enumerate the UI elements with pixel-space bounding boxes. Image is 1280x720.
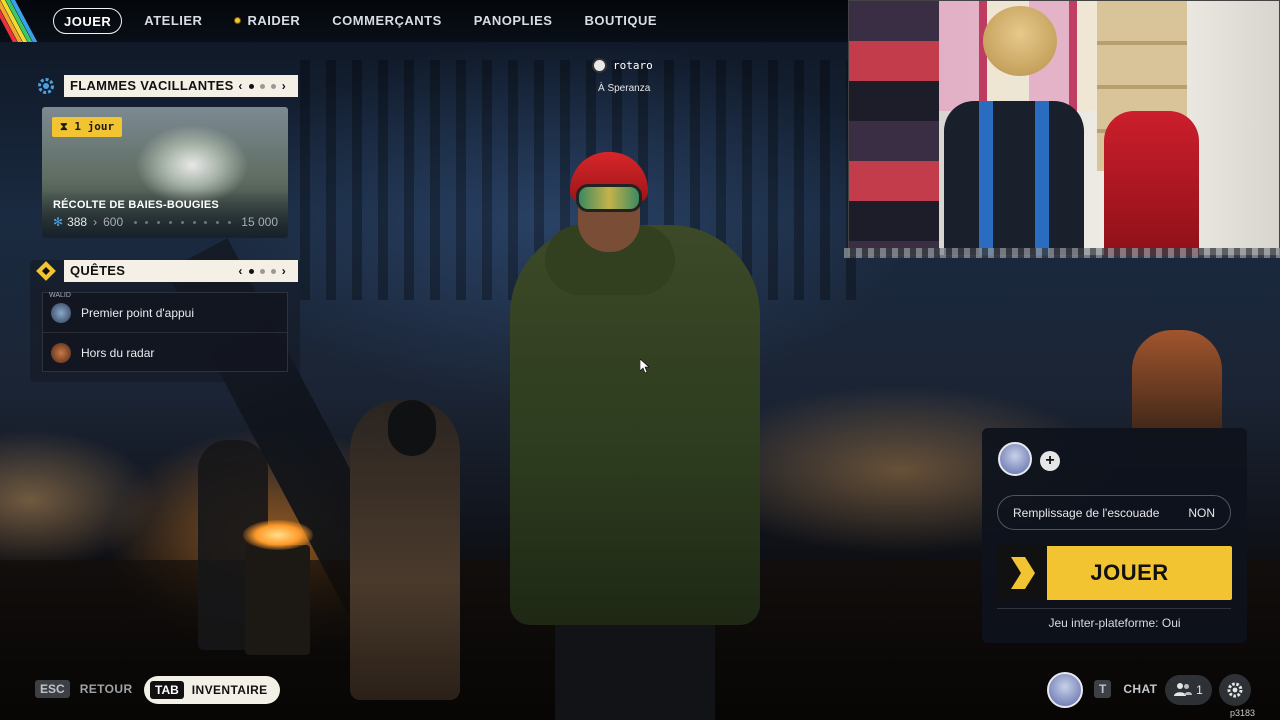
player-location: À Speranza [598, 83, 651, 94]
webcam-posters-left [849, 1, 939, 255]
chevron-right-icon[interactable]: › [282, 260, 286, 282]
quests-title-bar: QUÊTES ‹ › [64, 260, 298, 282]
event-current-value: 388 [67, 215, 88, 229]
raider-dot-icon [234, 17, 242, 24]
profile-avatar[interactable] [1047, 672, 1083, 708]
event-pager: ‹ › [238, 75, 292, 97]
key-hint-tab: TAB [150, 681, 184, 699]
nav-tab-atelier[interactable]: ATELIER [128, 8, 218, 34]
event-timer-badge: ⧗ 1 jour [52, 117, 123, 137]
pager-dot [248, 83, 254, 89]
squad-fill-toggle[interactable]: Remplissage de l'escouade NON [997, 495, 1231, 530]
quests-header: QUÊTES ‹ › [34, 259, 298, 283]
nav-tab-jouer[interactable]: JOUER [53, 8, 123, 34]
nav-tab-panoplies[interactable]: PANOPLIES [458, 8, 569, 34]
event-title-bar: FLAMMES VACILLANTES ‹ › [64, 75, 298, 97]
squad-avatar[interactable] [998, 442, 1032, 476]
quest-giver-avatar [51, 343, 71, 363]
play-panel: + Remplissage de l'escouade NON JOUER Je… [982, 428, 1247, 643]
quest-giver-avatar [51, 302, 71, 323]
friends-button[interactable]: 1 [1165, 675, 1212, 705]
player-crest-icon [592, 58, 607, 73]
player-tag: rotaro À Speranza [592, 58, 653, 94]
event-header: FLAMMES VACILLANTES ‹ › [34, 74, 298, 98]
nav-tab-commercants[interactable]: COMMERÇANTS [316, 8, 458, 34]
inventory-label: INVENTAIRE [191, 683, 268, 697]
event-progress: ✻ 388 › 600 15 000 [53, 215, 278, 229]
event-timer-label: 1 jour [74, 120, 115, 133]
webcam-red-jacket [1104, 111, 1199, 255]
squad-fill-value: NON [1188, 505, 1215, 520]
back-button[interactable]: ESC RETOUR [35, 680, 133, 698]
webcam-gaming-chair [944, 101, 1084, 255]
play-button[interactable]: JOUER [997, 546, 1232, 600]
webcam-straw-hat [983, 6, 1057, 76]
top-nav-bar: JOUER ATELIER RAIDER COMMERÇANTS PANOPLI… [0, 0, 848, 42]
settings-gear-icon[interactable] [1219, 674, 1251, 706]
gear-icon: ✻ [53, 215, 64, 229]
nav-tab-boutique[interactable]: BOUTIQUE [568, 8, 673, 34]
event-progress-track [129, 220, 235, 224]
chevron-right-icon[interactable]: › [282, 75, 286, 97]
key-hint-esc: ESC [35, 680, 70, 698]
friends-count: 1 [1196, 683, 1203, 697]
pager-dot [259, 268, 265, 274]
chevron-right-icon: › [93, 215, 98, 229]
scene-fire [243, 520, 313, 550]
plus-icon[interactable]: + [1040, 451, 1060, 471]
squad-fill-label: Remplissage de l'escouade [1013, 505, 1160, 520]
webcam-frame-border [844, 248, 1280, 258]
scene-fire-barrel [245, 545, 310, 655]
player-name: rotaro [613, 59, 653, 72]
quest-list: Premier point d'appui Hors du radar [42, 292, 288, 372]
scene-npc-orange [1132, 330, 1222, 440]
build-version: p3183 [1230, 708, 1256, 718]
quest-label: Premier point d'appui [81, 305, 195, 320]
pager-dot [270, 268, 276, 274]
play-button-label: JOUER [1090, 560, 1169, 585]
pager-dot [270, 83, 276, 89]
event-name: RÉCOLTE DE BAIES-BOUGIES [53, 199, 219, 211]
quests-pager: ‹ › [238, 260, 292, 282]
event-card[interactable]: ⧗ 1 jour RÉCOLTE DE BAIES-BOUGIES ✻ 388 … [42, 107, 288, 238]
key-hint-t: T [1094, 680, 1112, 698]
chevron-left-icon[interactable]: ‹ [238, 75, 242, 97]
quest-label: Hors du radar [81, 346, 155, 360]
event-card-shade [42, 190, 288, 238]
pager-dot [259, 83, 265, 89]
mouse-cursor-icon [639, 358, 650, 378]
back-label: RETOUR [79, 682, 133, 696]
brand-stripes [0, 0, 40, 42]
quest-diamond-icon [34, 259, 58, 283]
event-max-value: 15 000 [241, 215, 278, 229]
main-nav: JOUER ATELIER RAIDER COMMERÇANTS PANOPLI… [53, 8, 673, 34]
pager-dot [248, 268, 254, 274]
scene-statue-head [388, 400, 436, 456]
nav-tab-raider[interactable]: RAIDER [218, 8, 316, 34]
character-goggles [576, 184, 642, 212]
event-next-value: 600 [103, 215, 124, 229]
chat-label: CHAT [1123, 682, 1158, 696]
quest-item[interactable]: Premier point d'appui [43, 293, 287, 333]
inventory-button[interactable]: TAB INVENTAIRE [144, 676, 280, 704]
gear-icon [34, 74, 58, 98]
quest-item[interactable]: Hors du radar [43, 333, 287, 373]
quest-player-tag: WALID [49, 292, 71, 299]
play-divider [997, 608, 1231, 609]
friends-icon [1174, 682, 1193, 699]
play-chevron-icon [997, 546, 1047, 600]
crossplay-status: Jeu inter-plateforme: Oui [1048, 616, 1181, 630]
nav-tab-raider-label: RAIDER [247, 13, 301, 28]
webcam-overlay [848, 0, 1280, 256]
hourglass-icon: ⧗ [60, 120, 75, 133]
event-title: FLAMMES VACILLANTES [70, 78, 234, 93]
quests-title: QUÊTES [70, 263, 126, 278]
chat-button[interactable]: T CHAT [1094, 680, 1157, 698]
chevron-left-icon[interactable]: ‹ [238, 260, 242, 282]
